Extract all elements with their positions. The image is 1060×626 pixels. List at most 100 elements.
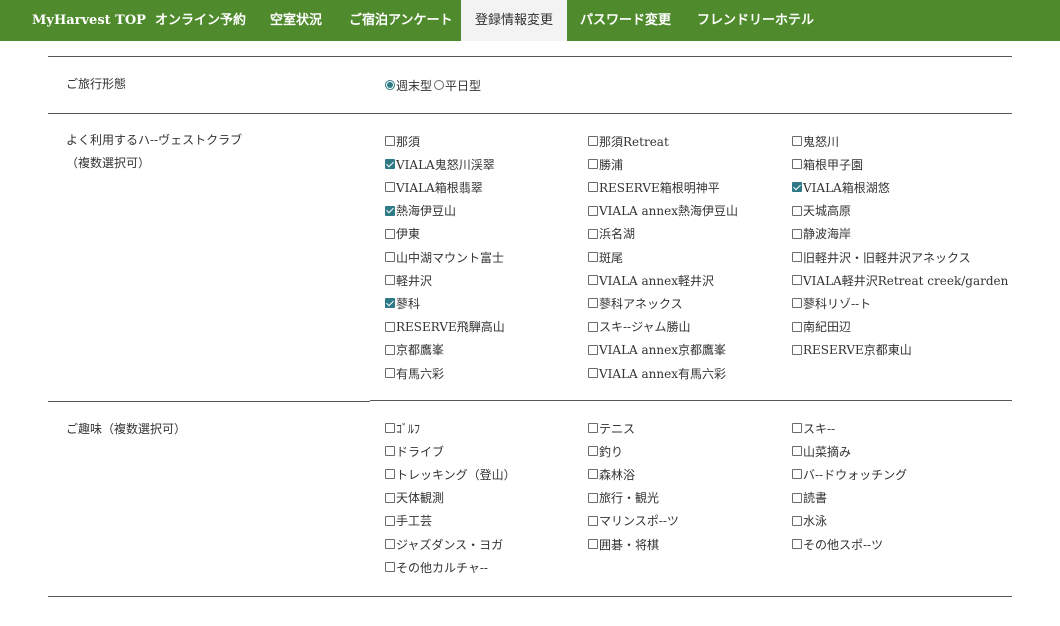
checkbox[interactable] <box>588 252 598 262</box>
checkbox-option[interactable]: 南紀田辺 <box>792 317 851 337</box>
checkbox-option[interactable]: マリンスポ-‐ツ <box>588 511 679 531</box>
nav-item[interactable]: パスワード変更 <box>566 0 685 41</box>
checkbox-option[interactable]: 静波海岸 <box>792 224 851 244</box>
checkbox[interactable] <box>588 492 598 503</box>
checkbox[interactable] <box>792 298 802 309</box>
checkbox[interactable] <box>385 275 395 286</box>
checkbox-option[interactable]: 囲碁・将棋 <box>588 534 659 554</box>
checkbox[interactable] <box>385 136 395 146</box>
checkbox-option[interactable]: VIALA鬼怒川渓翠 <box>385 154 495 174</box>
checkbox[interactable] <box>792 539 802 549</box>
checkbox[interactable] <box>588 368 598 378</box>
checkbox-option[interactable]: VIALA annex軽井沢 <box>588 270 714 290</box>
checkbox-option[interactable]: その他カルチャ-‐ <box>385 557 488 577</box>
checkbox[interactable] <box>792 182 802 193</box>
checkbox[interactable] <box>385 539 395 549</box>
checkbox-option[interactable]: VIALA annex京都鷹峯 <box>588 340 726 360</box>
checkbox[interactable] <box>385 423 395 433</box>
checkbox-option[interactable]: ｺﾞﾙﾌ <box>385 418 420 438</box>
checkbox-option[interactable]: 山菜摘み <box>792 441 851 461</box>
checkbox[interactable] <box>385 492 395 503</box>
checkbox[interactable] <box>792 321 802 332</box>
checkbox[interactable] <box>792 515 802 526</box>
checkbox[interactable] <box>588 205 598 216</box>
radio-button[interactable] <box>434 80 444 90</box>
nav-item[interactable]: 空室状況 <box>256 0 336 41</box>
checkbox-option[interactable]: 有馬六彩 <box>385 363 444 383</box>
checkbox-option[interactable]: RESERVE飛騨高山 <box>385 317 505 337</box>
checkbox[interactable] <box>588 182 598 193</box>
nav-item[interactable]: オンライン予約 <box>141 0 260 41</box>
checkbox[interactable] <box>792 136 802 146</box>
checkbox-option[interactable]: RESERVE箱根明神平 <box>588 177 720 197</box>
checkbox-option[interactable]: 天城高原 <box>792 201 851 221</box>
checkbox-option[interactable]: 京都鷹峯 <box>385 340 444 360</box>
checkbox[interactable] <box>792 446 802 457</box>
checkbox[interactable] <box>588 275 598 286</box>
checkbox[interactable] <box>385 205 395 216</box>
checkbox-option[interactable]: 鬼怒川 <box>792 131 839 151</box>
nav-item[interactable]: MyHarvest TOP <box>18 0 160 41</box>
checkbox[interactable] <box>792 205 802 216</box>
checkbox[interactable] <box>792 252 802 262</box>
checkbox[interactable] <box>588 515 598 526</box>
checkbox[interactable] <box>385 159 395 170</box>
checkbox[interactable] <box>385 321 395 332</box>
checkbox[interactable] <box>385 562 395 573</box>
checkbox-option[interactable]: バ-‐ドウォッチング <box>792 464 907 484</box>
checkbox[interactable] <box>792 159 802 170</box>
checkbox-option[interactable]: 伊東 <box>385 224 420 244</box>
checkbox[interactable] <box>588 539 598 549</box>
checkbox-option[interactable]: 旧軽井沢・旧軽井沢アネックス <box>792 247 971 267</box>
nav-item[interactable]: ご宿泊アンケート <box>335 0 466 41</box>
checkbox[interactable] <box>792 275 802 286</box>
checkbox-option[interactable]: 手工芸 <box>385 511 432 531</box>
checkbox-option[interactable]: 読書 <box>792 488 827 508</box>
checkbox-option[interactable]: 天体観測 <box>385 488 444 508</box>
radio-option[interactable]: 週末型 <box>385 75 432 95</box>
checkbox[interactable] <box>385 228 395 239</box>
checkbox-option[interactable]: 森林浴 <box>588 464 635 484</box>
checkbox-option[interactable]: スキ-‐ジャム勝山 <box>588 317 691 337</box>
checkbox-option[interactable]: VIALA annex有馬六彩 <box>588 363 726 383</box>
checkbox[interactable] <box>792 423 802 433</box>
checkbox-option[interactable]: ジャズダンス・ヨガ <box>385 534 503 554</box>
checkbox[interactable] <box>588 321 598 332</box>
checkbox-option[interactable]: 蓼科 <box>385 293 420 313</box>
checkbox-option[interactable]: 山中湖マウント富士 <box>385 247 504 267</box>
checkbox[interactable] <box>588 159 598 170</box>
checkbox[interactable] <box>385 446 395 457</box>
checkbox[interactable] <box>385 469 395 480</box>
checkbox-option[interactable]: テニス <box>588 418 635 438</box>
checkbox-option[interactable]: 蓼科アネックス <box>588 293 683 313</box>
checkbox[interactable] <box>588 446 598 457</box>
checkbox[interactable] <box>792 344 802 355</box>
nav-item[interactable]: 登録情報変更 <box>461 0 568 41</box>
checkbox-option[interactable]: VIALA軽井沢Retreat creek/garden <box>792 270 1008 290</box>
checkbox[interactable] <box>385 368 395 378</box>
checkbox-option[interactable]: VIALA箱根湖悠 <box>792 177 890 197</box>
checkbox[interactable] <box>588 228 598 239</box>
checkbox[interactable] <box>385 252 395 262</box>
checkbox[interactable] <box>792 228 802 239</box>
checkbox[interactable] <box>385 298 395 309</box>
checkbox[interactable] <box>385 182 395 193</box>
checkbox-option[interactable]: 勝浦 <box>588 154 623 174</box>
checkbox-option[interactable]: トレッキング（登山） <box>385 464 516 484</box>
checkbox-option[interactable]: 斑尾 <box>588 247 623 267</box>
checkbox-option[interactable]: スキ-‐ <box>792 418 835 438</box>
checkbox-option[interactable]: VIALA annex熱海伊豆山 <box>588 201 738 221</box>
checkbox-option[interactable]: 那須 <box>385 131 420 151</box>
checkbox[interactable] <box>588 423 598 433</box>
checkbox[interactable] <box>588 344 598 355</box>
checkbox-option[interactable]: 旅行・観光 <box>588 488 659 508</box>
checkbox[interactable] <box>385 515 395 526</box>
checkbox-option[interactable]: 水泳 <box>792 511 827 531</box>
checkbox-option[interactable]: 浜名湖 <box>588 224 635 244</box>
checkbox-option[interactable]: ドライブ <box>385 441 444 461</box>
nav-item[interactable]: フレンドリーホテル <box>683 0 828 41</box>
checkbox[interactable] <box>792 469 802 480</box>
radio-option[interactable]: 平日型 <box>434 75 481 95</box>
checkbox[interactable] <box>385 344 395 355</box>
checkbox-option[interactable]: 那須Retreat <box>588 131 669 151</box>
